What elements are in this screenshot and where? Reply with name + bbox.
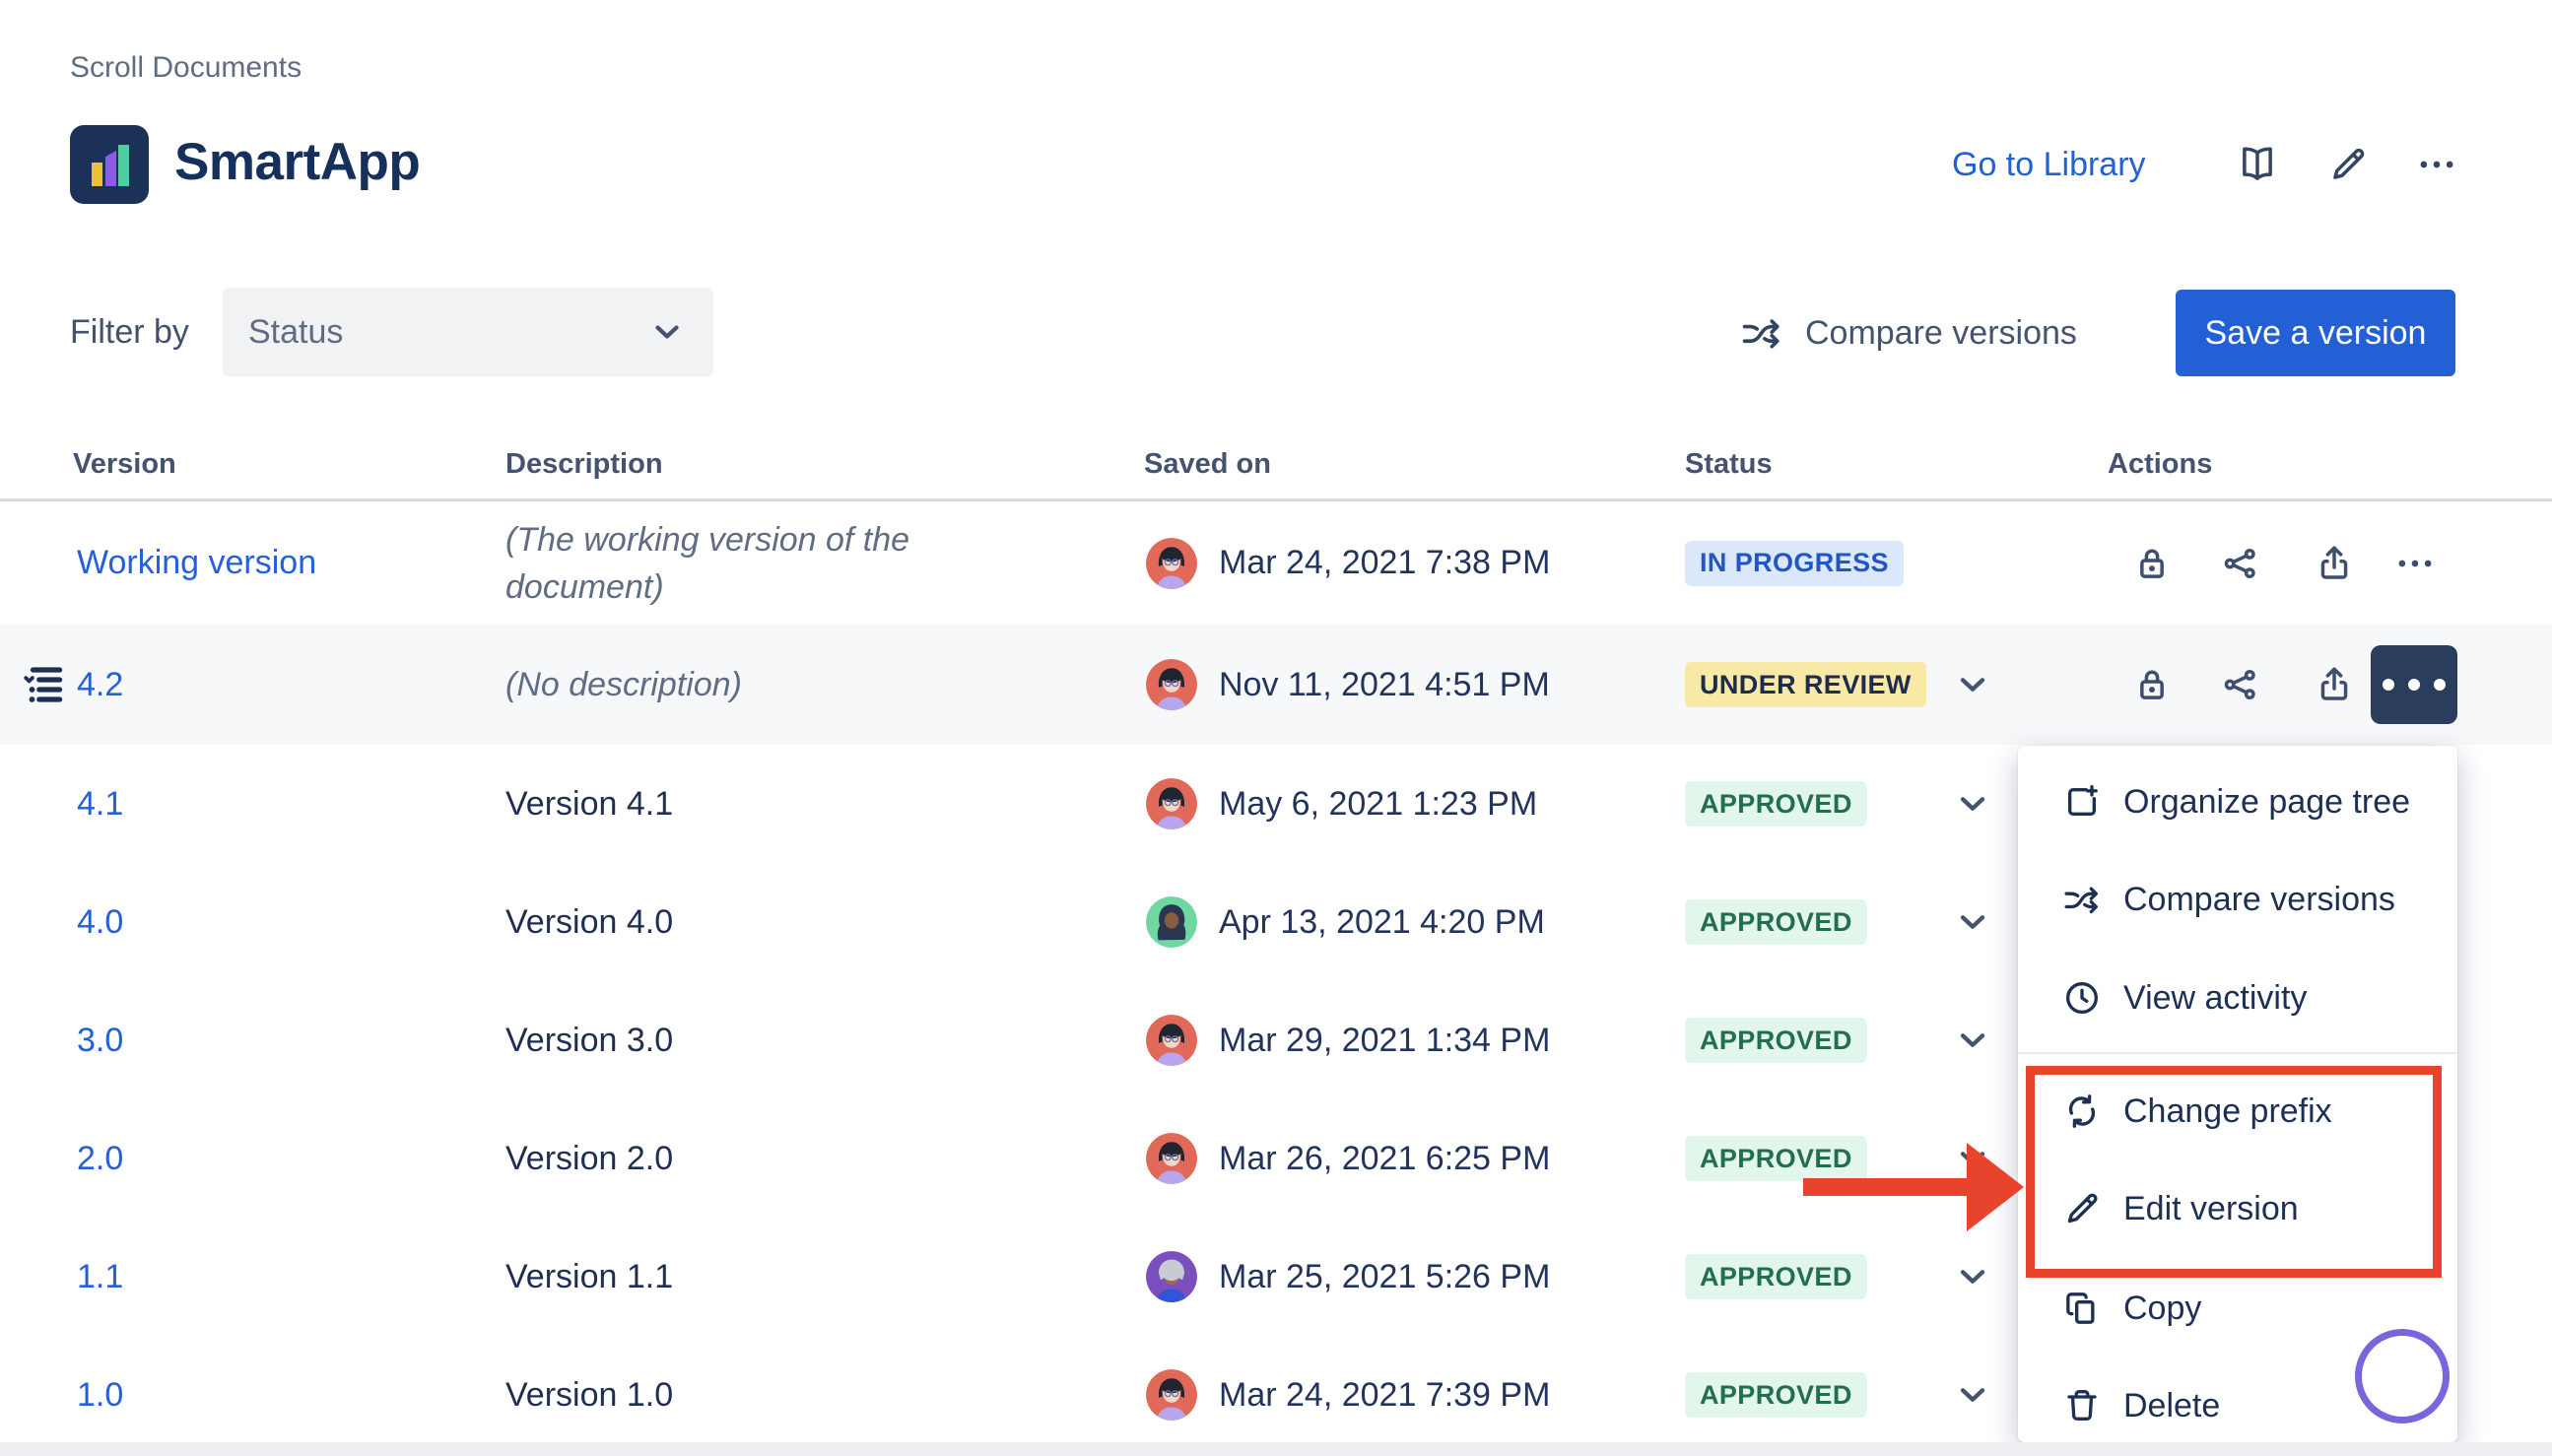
status-badge: APPROVED: [1685, 1018, 1867, 1063]
status-chevron-down-icon[interactable]: [1953, 902, 1992, 942]
avatar: [1146, 1251, 1197, 1302]
clock-icon: [2062, 978, 2102, 1018]
save-version-button[interactable]: Save a version: [2176, 290, 2455, 376]
menu-item-label: Delete: [2123, 1387, 2220, 1425]
version-link[interactable]: 4.1: [77, 785, 123, 824]
compare-versions-label: Compare versions: [1805, 314, 2077, 353]
saved-on-date: Mar 24, 2021 7:39 PM: [1219, 1376, 1550, 1415]
bar-chart-logo-icon: [70, 125, 149, 204]
shuffle-icon: [2062, 880, 2102, 919]
status-chevron-down-icon[interactable]: [1953, 1021, 1992, 1060]
version-description: Version 3.0: [505, 1017, 998, 1064]
menu-item-label: Compare versions: [2123, 881, 2395, 919]
book-icon[interactable]: [2237, 144, 2278, 190]
annotation-highlight-box: [2026, 1066, 2442, 1278]
column-header-description: Description: [505, 448, 663, 481]
row-more-actions-icon[interactable]: [2394, 543, 2436, 584]
column-header-actions: Actions: [2108, 448, 2212, 481]
pencil-icon[interactable]: [2327, 144, 2369, 190]
saved-on-date: May 6, 2021 1:23 PM: [1219, 785, 1537, 824]
row-more-actions-button-active[interactable]: [2371, 645, 2457, 724]
avatar: [1146, 1015, 1197, 1066]
share-icon[interactable]: [2220, 543, 2261, 584]
version-description: Version 1.1: [505, 1253, 998, 1300]
version-link[interactable]: 4.0: [77, 903, 123, 942]
status-badge: UNDER REVIEW: [1685, 662, 1926, 707]
share-icon[interactable]: [2220, 664, 2261, 705]
annotation-arrow-head: [1967, 1143, 2024, 1231]
compare-versions-button[interactable]: Compare versions: [1740, 311, 2077, 355]
version-link[interactable]: 2.0: [77, 1140, 123, 1178]
lock-icon[interactable]: [2131, 664, 2173, 705]
current-version-icon: [20, 625, 71, 745]
saved-on-date: Mar 26, 2021 6:25 PM: [1219, 1140, 1550, 1178]
saved-on-date: Nov 11, 2021 4:51 PM: [1219, 666, 1550, 704]
app-logo: [70, 125, 149, 204]
column-header-status: Status: [1685, 448, 1773, 481]
page-title: SmartApp: [174, 132, 420, 192]
status-badge: APPROVED: [1685, 1372, 1867, 1418]
status-filter-value: Status: [248, 313, 343, 352]
status-badge: APPROVED: [1685, 1136, 1867, 1181]
avatar: [1146, 778, 1197, 829]
version-description: (No description): [505, 661, 998, 708]
avatar: [1146, 659, 1197, 710]
page-bottom-edge: [0, 1442, 2552, 1456]
version-link[interactable]: 1.1: [77, 1258, 123, 1296]
saved-on-date: Mar 25, 2021 5:26 PM: [1219, 1258, 1550, 1296]
copy-icon: [2062, 1289, 2102, 1328]
status-badge: IN PROGRESS: [1685, 541, 1904, 586]
status-badge: APPROVED: [1685, 781, 1867, 827]
status-chevron-down-icon[interactable]: [1953, 784, 1992, 824]
menu-item-compare-versions[interactable]: Compare versions: [2018, 852, 2457, 947]
status-chevron-down-icon[interactable]: [1953, 665, 1992, 704]
export-icon[interactable]: [2314, 543, 2355, 584]
shuffle-icon: [1740, 311, 1783, 355]
version-description: Version 4.1: [505, 780, 998, 827]
lock-icon[interactable]: [2131, 543, 2173, 584]
avatar: [1146, 896, 1197, 948]
version-description: Version 2.0: [505, 1135, 998, 1182]
version-link[interactable]: Working version: [77, 544, 316, 582]
column-header-version: Version: [73, 448, 176, 481]
menu-item-label: Organize page tree: [2123, 783, 2410, 822]
page-add-icon: [2062, 782, 2102, 822]
version-link[interactable]: 1.0: [77, 1376, 123, 1415]
status-chevron-down-icon[interactable]: [1953, 1375, 1992, 1415]
status-chevron-down-icon[interactable]: [1953, 1257, 1992, 1296]
chevron-down-icon: [648, 313, 686, 351]
menu-divider: [2018, 1052, 2457, 1054]
menu-item-label: View activity: [2123, 979, 2307, 1018]
menu-item-view-activity[interactable]: View activity: [2018, 951, 2457, 1045]
go-to-library-link[interactable]: Go to Library: [1952, 146, 2146, 184]
avatar: [1146, 1369, 1197, 1421]
avatar: [1146, 538, 1197, 589]
table-row-4.2: 4.2 (No description) Nov 11, 2021 4:51 PM…: [0, 625, 2552, 745]
avatar: [1146, 1133, 1197, 1184]
breadcrumb[interactable]: Scroll Documents: [70, 51, 302, 85]
annotation-arrow: [1803, 1178, 1971, 1196]
version-description: Version 4.0: [505, 898, 998, 946]
annotation-circle: [2355, 1329, 2450, 1423]
status-filter-dropdown[interactable]: Status: [223, 288, 713, 376]
scroll-documents-screen: Scroll Documents SmartApp Go to Library …: [0, 0, 2552, 1456]
version-description: (The working version of the document): [505, 516, 998, 611]
export-icon[interactable]: [2314, 664, 2355, 705]
trash-icon: [2062, 1386, 2102, 1425]
table-row-working-version: Working version (The working version of t…: [0, 501, 2552, 625]
saved-on-date: Mar 24, 2021 7:38 PM: [1219, 544, 1550, 582]
menu-item-organize-page-tree[interactable]: Organize page tree: [2018, 755, 2457, 849]
column-header-saved-on: Saved on: [1144, 448, 1271, 481]
saved-on-date: Mar 29, 2021 1:34 PM: [1219, 1022, 1550, 1060]
version-link[interactable]: 3.0: [77, 1022, 123, 1060]
menu-item-label: Copy: [2123, 1290, 2201, 1328]
status-badge: APPROVED: [1685, 899, 1867, 945]
filter-by-label: Filter by: [70, 313, 189, 352]
status-badge: APPROVED: [1685, 1254, 1867, 1299]
more-horizontal-icon[interactable]: [2416, 144, 2457, 190]
saved-on-date: Apr 13, 2021 4:20 PM: [1219, 903, 1545, 942]
version-link[interactable]: 4.2: [77, 666, 123, 704]
version-description: Version 1.0: [505, 1371, 998, 1419]
